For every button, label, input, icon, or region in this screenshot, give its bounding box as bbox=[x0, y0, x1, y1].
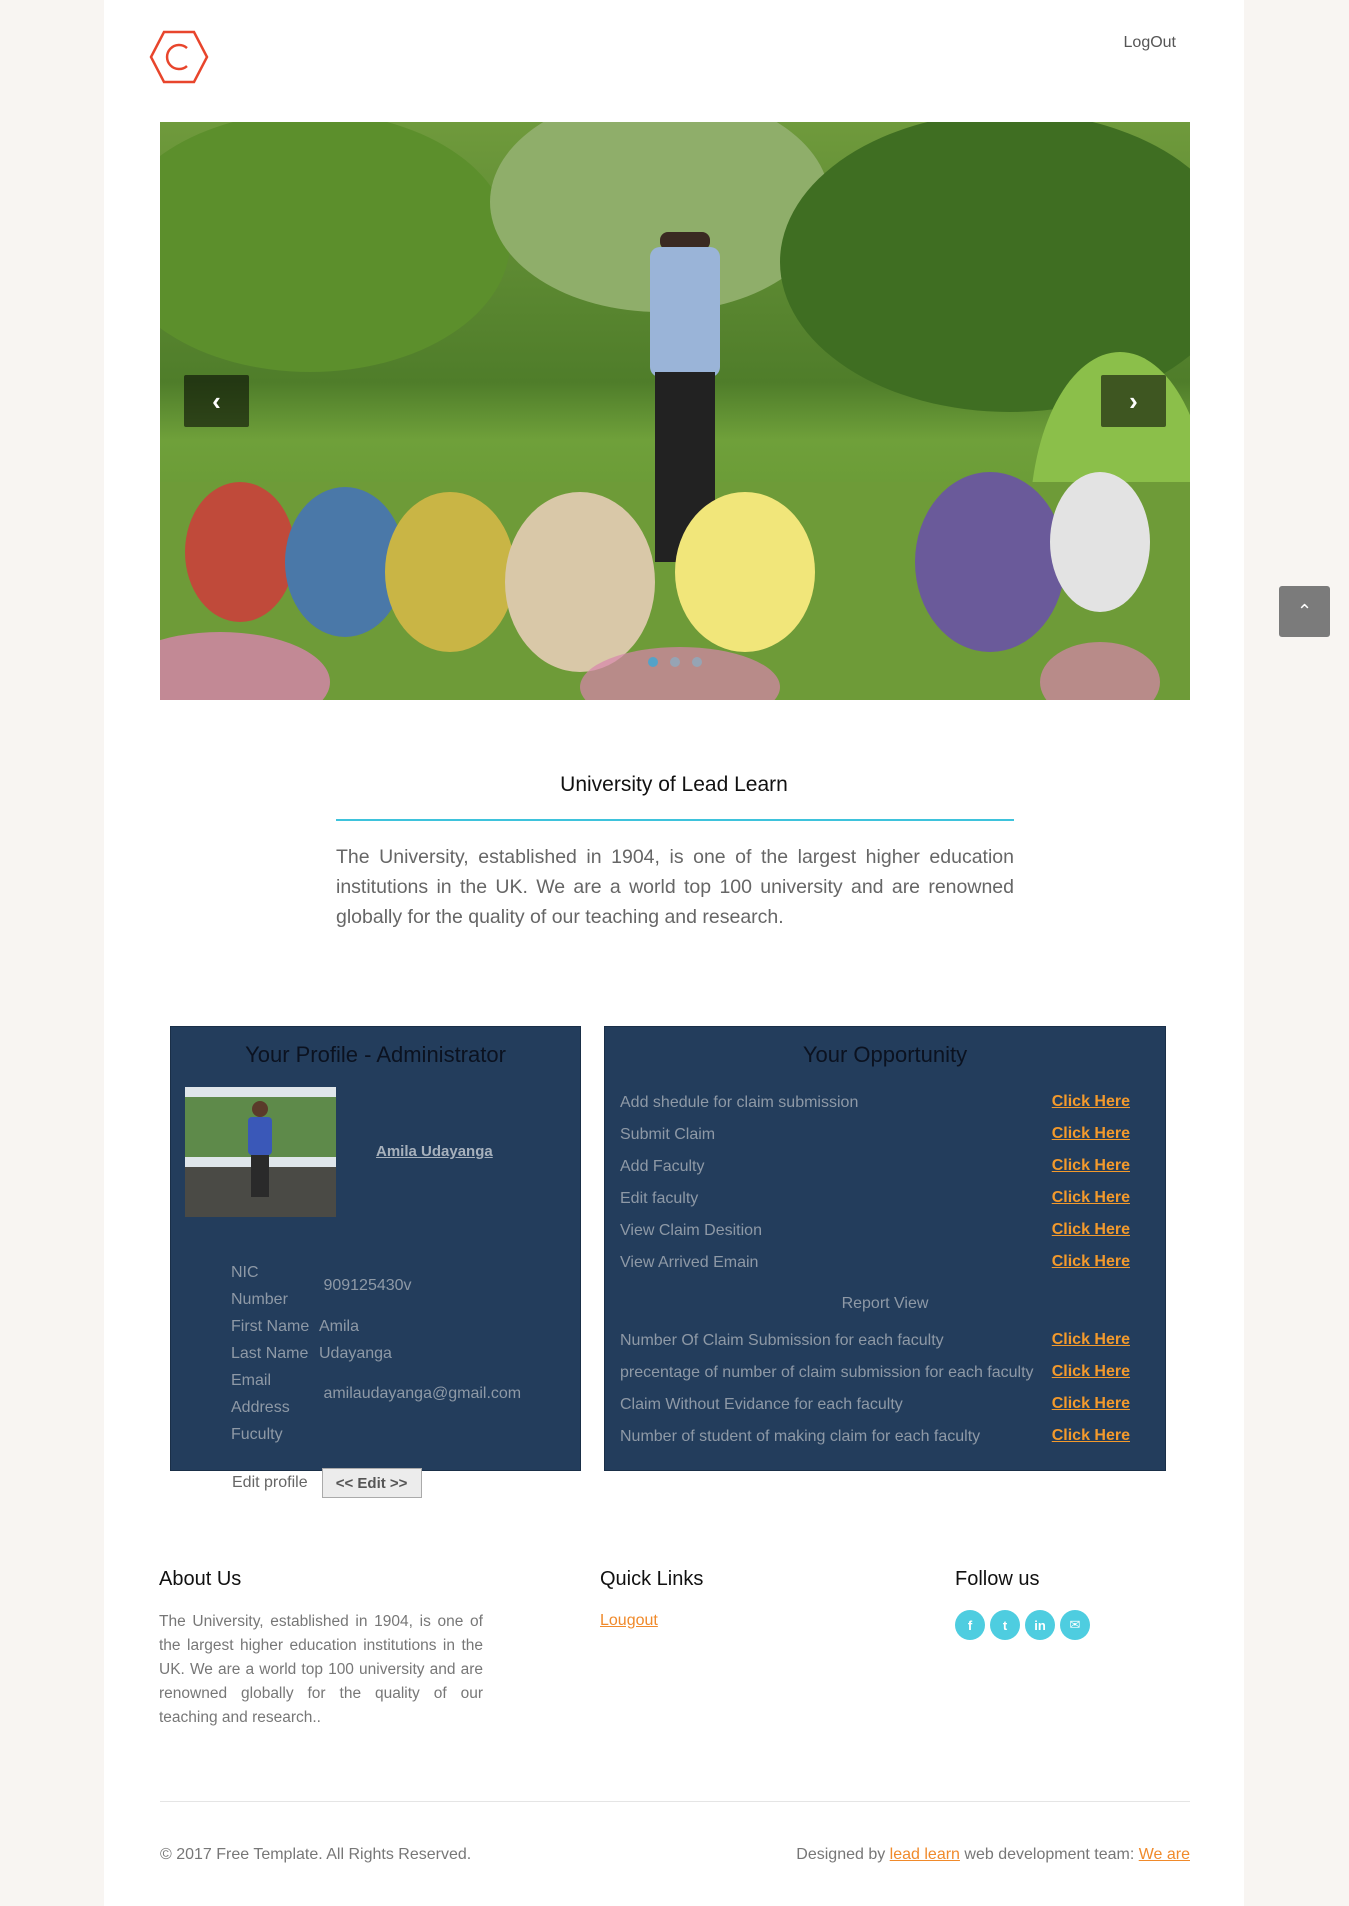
report-label: Claim Without Evidance for each faculty bbox=[620, 1396, 903, 1413]
opportunity-item: Edit faculty Click Here bbox=[620, 1189, 1130, 1208]
edit-profile-label: Edit profile bbox=[232, 1474, 308, 1491]
chevron-right-icon: › bbox=[1129, 385, 1138, 416]
lead-learn-link[interactable]: lead learn bbox=[890, 1846, 960, 1863]
field-label: Last Name bbox=[231, 1345, 309, 1362]
report-item: Number of student of making claim for ea… bbox=[620, 1427, 1130, 1446]
opportunity-panel: Your Opportunity Add shedule for claim s… bbox=[604, 1026, 1166, 1471]
report-label: Number of student of making claim for ea… bbox=[620, 1428, 981, 1445]
click-here-link[interactable]: Click Here bbox=[1052, 1157, 1130, 1175]
about-title: About Us bbox=[159, 1568, 242, 1590]
divider bbox=[336, 819, 1014, 821]
field-label: Fuculty bbox=[231, 1426, 283, 1443]
intro-title: University of Lead Learn bbox=[560, 773, 788, 796]
page: LogOut ‹ › University of Lead Learn The … bbox=[104, 0, 1244, 1906]
credits-prefix: Designed by bbox=[796, 1846, 890, 1863]
field-last-name: Last Name Udayanga bbox=[231, 1340, 392, 1367]
footer-divider bbox=[160, 1801, 1190, 1802]
credits-mid: web development team: bbox=[959, 1846, 1139, 1863]
chevron-left-icon: ‹ bbox=[212, 385, 221, 416]
click-here-link[interactable]: Click Here bbox=[1052, 1331, 1130, 1349]
report-item: Claim Without Evidance for each faculty C… bbox=[620, 1395, 1130, 1414]
field-label: First Name bbox=[231, 1318, 310, 1335]
opportunity-label: View Claim Desition bbox=[620, 1222, 762, 1239]
twitter-icon[interactable]: t bbox=[990, 1610, 1020, 1640]
profile-photo bbox=[185, 1087, 336, 1217]
field-label: NIC Number bbox=[231, 1264, 288, 1308]
follow-us-title: Follow us bbox=[955, 1568, 1040, 1590]
opportunity-item: View Claim Desition Click Here bbox=[620, 1221, 1130, 1240]
field-value: Amila bbox=[319, 1318, 360, 1335]
slider-dots bbox=[648, 657, 702, 667]
about-text: The University, established in 1904, is … bbox=[159, 1613, 483, 1726]
back-to-top-button[interactable]: ⌃ bbox=[1279, 586, 1330, 637]
profile-name-link[interactable]: Amila Udayanga bbox=[376, 1143, 493, 1160]
click-here-link[interactable]: Click Here bbox=[1052, 1221, 1130, 1239]
opportunity-item: View Arrived Emain Click Here bbox=[620, 1253, 1130, 1272]
opportunity-label: View Arrived Emain bbox=[620, 1254, 759, 1271]
opportunity-label: Add shedule for claim submission bbox=[620, 1094, 859, 1111]
report-label: precentage of number of claim submission… bbox=[620, 1364, 1034, 1381]
hero-image bbox=[160, 122, 1190, 700]
report-label: Number Of Claim Submission for each facu… bbox=[620, 1332, 944, 1349]
slider-next-button[interactable]: › bbox=[1101, 375, 1166, 427]
click-here-link[interactable]: Click Here bbox=[1052, 1125, 1130, 1143]
slider-dot[interactable] bbox=[670, 657, 680, 667]
opportunity-item: Submit Claim Click Here bbox=[620, 1125, 1130, 1144]
profile-panel: Your Profile - Administrator Amila Udaya… bbox=[170, 1026, 581, 1471]
opportunity-label: Edit faculty bbox=[620, 1190, 699, 1207]
report-item: precentage of number of claim submission… bbox=[620, 1363, 1130, 1382]
field-first-name: First Name Amila bbox=[231, 1313, 359, 1340]
logo-icon[interactable] bbox=[149, 29, 209, 85]
credits-text: Designed by lead learn web development t… bbox=[796, 1846, 1190, 1864]
logout-link[interactable]: LogOut bbox=[1124, 34, 1176, 52]
hero-slider: ‹ › bbox=[160, 122, 1190, 700]
field-nic: NIC Number 909125430v bbox=[231, 1259, 412, 1313]
opportunity-label: Submit Claim bbox=[620, 1126, 716, 1143]
report-view-heading: Report View bbox=[841, 1295, 929, 1312]
opportunity-item: Add shedule for claim submission Click He… bbox=[620, 1093, 1130, 1112]
linkedin-icon[interactable]: in bbox=[1025, 1610, 1055, 1640]
copyright-text: © 2017 Free Template. All Rights Reserve… bbox=[160, 1846, 472, 1863]
slider-dot[interactable] bbox=[692, 657, 702, 667]
opportunity-title: Your Opportunity bbox=[802, 1042, 968, 1067]
intro-text: The University, established in 1904, is … bbox=[336, 846, 1014, 928]
facebook-icon[interactable]: f bbox=[955, 1610, 985, 1640]
click-here-link[interactable]: Click Here bbox=[1052, 1189, 1130, 1207]
logout-quick-link[interactable]: Lougout bbox=[600, 1612, 658, 1630]
field-value: Udayanga bbox=[319, 1345, 392, 1362]
field-value: amilaudayanga@gmail.com bbox=[323, 1385, 522, 1402]
slider-dot[interactable] bbox=[648, 657, 658, 667]
slider-prev-button[interactable]: ‹ bbox=[184, 375, 249, 427]
quick-links-title: Quick Links bbox=[600, 1568, 704, 1590]
we-are-link[interactable]: We are bbox=[1139, 1846, 1190, 1863]
field-label: Email Address bbox=[231, 1372, 290, 1416]
opportunity-item: Add Faculty Click Here bbox=[620, 1157, 1130, 1176]
email-icon[interactable]: ✉ bbox=[1060, 1610, 1090, 1640]
field-faculty: Fuculty bbox=[231, 1421, 319, 1448]
click-here-link[interactable]: Click Here bbox=[1052, 1093, 1130, 1111]
edit-profile-button[interactable]: << Edit >> bbox=[321, 1468, 422, 1498]
arrow-up-icon: ⌃ bbox=[1296, 601, 1313, 621]
report-item: Number Of Claim Submission for each facu… bbox=[620, 1331, 1130, 1350]
click-here-link[interactable]: Click Here bbox=[1052, 1427, 1130, 1445]
opportunity-label: Add Faculty bbox=[620, 1158, 705, 1175]
profile-title: Your Profile - Administrator bbox=[245, 1042, 506, 1067]
click-here-link[interactable]: Click Here bbox=[1052, 1395, 1130, 1413]
click-here-link[interactable]: Click Here bbox=[1052, 1363, 1130, 1381]
click-here-link[interactable]: Click Here bbox=[1052, 1253, 1130, 1271]
edit-profile-row: Edit profile << Edit >> bbox=[232, 1468, 422, 1498]
field-email: Email Address amilaudayanga@gmail.com bbox=[231, 1367, 521, 1421]
field-value: 909125430v bbox=[323, 1277, 412, 1294]
social-links: f t in ✉ bbox=[955, 1610, 1090, 1640]
